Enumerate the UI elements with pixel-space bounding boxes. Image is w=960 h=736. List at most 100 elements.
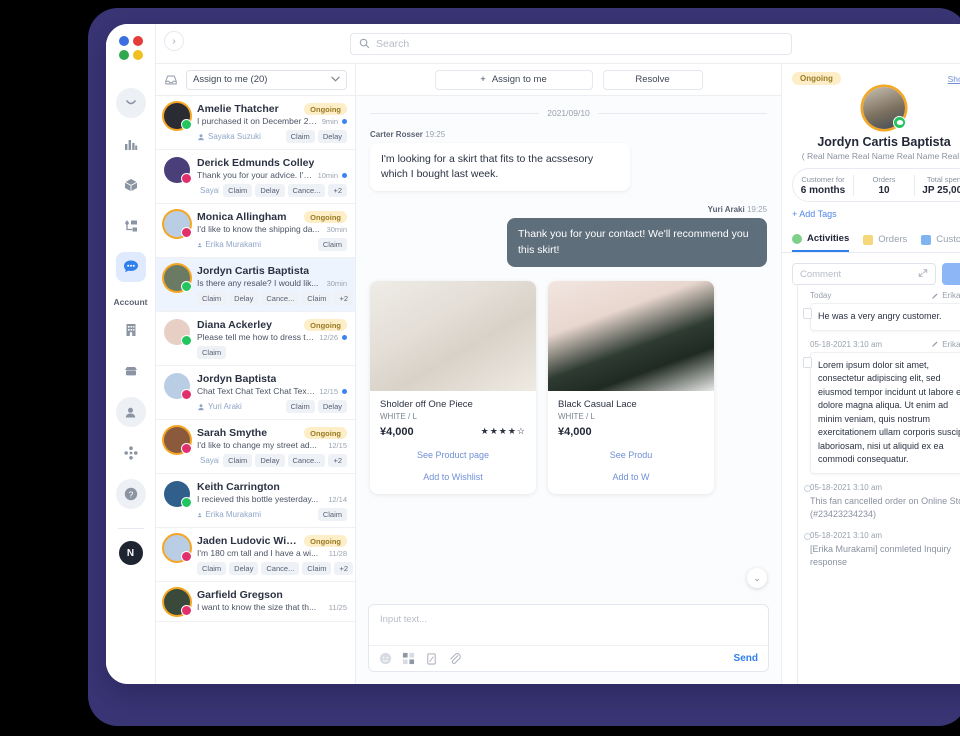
conversation-tag[interactable]: Claim (317, 508, 347, 521)
conversation-tag[interactable]: Claim (317, 238, 347, 251)
conversation-tag[interactable]: +2 (328, 454, 347, 467)
conversation-tag[interactable]: Delay (229, 292, 259, 305)
conversation-tag[interactable]: Claim (223, 454, 253, 467)
conversation-list[interactable]: Amelie Thatcher Ongoing I purchased it o… (156, 96, 355, 684)
see-product-page-link[interactable]: See Produ (558, 450, 704, 460)
instagram-channel-icon (181, 551, 192, 562)
tab-orders[interactable]: Orders (863, 227, 907, 252)
conversation-tag[interactable]: Claim (285, 130, 315, 143)
sidebar-item-integrations[interactable] (116, 438, 146, 468)
product-rating: ★★★★☆ (480, 426, 526, 437)
scroll-down-icon[interactable]: ⌄ (747, 568, 767, 588)
conversation-time: 12/26 (319, 333, 338, 342)
note-icon (803, 356, 812, 368)
send-button[interactable]: Send (734, 653, 758, 664)
conversation-list-item[interactable]: Jaden Ludovic Willis Ongoing I'm 180 cm … (156, 528, 355, 582)
conversation-avatar (164, 265, 192, 292)
conversation-avatar (164, 427, 192, 454)
apps-grid-icon[interactable] (402, 652, 415, 665)
inbox-icon[interactable] (164, 73, 178, 87)
product-card[interactable]: Black Casual Lace WHITE / L ¥4,000 See P… (548, 280, 714, 494)
message-input[interactable]: Input text... (369, 605, 768, 645)
clock-icon (792, 233, 802, 244)
conversation-tag[interactable]: +2 (328, 184, 347, 197)
conversation-list-item[interactable]: Jordyn Baptista Chat Text Chat Text Chat… (156, 366, 355, 420)
avatar[interactable]: N (118, 541, 143, 565)
conversation-tag[interactable]: Claim (197, 346, 227, 359)
conversation-tag[interactable]: +2 (334, 292, 354, 305)
conversation-time: 30min (326, 225, 347, 234)
svg-text:?: ? (128, 489, 133, 499)
app-logo-icon[interactable] (118, 36, 143, 60)
sidebar-item-person[interactable] (115, 397, 146, 427)
stat-orders: Orders 10 (854, 174, 915, 196)
conversation-tag[interactable]: Claim (302, 562, 332, 575)
conversation-tag[interactable]: Delay (255, 184, 285, 197)
chevron-right-icon[interactable]: › (164, 31, 184, 51)
assign-filter-select[interactable]: Assign to me (20) (186, 69, 347, 90)
conversation-tag[interactable]: Claim (302, 292, 332, 305)
sidebar-item-company[interactable] (116, 315, 146, 345)
conversation-list-item[interactable]: Sarah Smythe Ongoing I'd like to change … (156, 420, 355, 474)
conversation-tag[interactable]: +2 (334, 562, 354, 575)
conversation-tag[interactable]: Delay (317, 130, 347, 143)
conversation-tag[interactable]: Delay (229, 562, 259, 575)
stat-label: Customer for (801, 174, 845, 184)
instagram-channel-icon (181, 443, 192, 454)
emoji-icon[interactable] (379, 652, 392, 665)
conversation-list-item[interactable]: Derick Edmunds Colley Thank you for your… (156, 150, 355, 204)
activity-feed[interactable]: Today Erika M... He was a very angry cus… (782, 285, 960, 684)
activity-note: Today Erika M... He was a very angry cus… (792, 291, 960, 331)
add-to-wishlist-link[interactable]: Add to W (558, 472, 704, 482)
conversation-list-item[interactable]: Amelie Thatcher Ongoing I purchased it o… (156, 96, 355, 150)
add-to-wishlist-link[interactable]: Add to Wishlist (380, 472, 526, 482)
conversation-list-item[interactable]: Diana Ackerley Ongoing Please tell me ho… (156, 312, 355, 366)
comment-input[interactable]: Comment (792, 263, 936, 285)
conversation-tag[interactable]: Cance... (261, 292, 300, 305)
sidebar-item-analytics[interactable] (116, 129, 146, 159)
resolve-button[interactable]: Resolve (602, 69, 703, 90)
sidebar-item-flow[interactable] (116, 211, 146, 241)
line-channel-icon (181, 335, 192, 346)
attachment-icon[interactable] (448, 652, 461, 665)
chat-messages[interactable]: 2021/09/10 Carter Rosser 19:25 I'm looki… (356, 96, 781, 596)
conversation-tag[interactable]: Delay (255, 454, 285, 467)
tab-label: Customer (936, 234, 960, 245)
expand-icon[interactable] (918, 268, 928, 281)
conversation-tag[interactable]: Claim (285, 400, 315, 413)
conversation-tag[interactable]: Claim (223, 184, 253, 197)
add-tags-button[interactable]: + Add Tags (792, 209, 960, 219)
conversation-tag[interactable]: Cance... (287, 184, 326, 197)
conversation-list-item[interactable]: Keith Carrington I recieved this bottle … (156, 474, 355, 528)
product-card[interactable]: Sholder off One Piece WHITE / L ¥4,000 ★… (370, 280, 536, 494)
sidebar-item-help[interactable]: ? (115, 479, 146, 509)
conversation-tag[interactable]: Cance... (261, 562, 300, 575)
tab-activities[interactable]: Activities (792, 227, 850, 252)
sidebar-item-smile[interactable] (115, 88, 146, 118)
assign-to-me-button[interactable]: + Assign to me (434, 69, 593, 90)
chevron-down-icon (331, 74, 340, 85)
line-channel-icon (893, 116, 906, 129)
search-input[interactable]: Search (350, 32, 792, 55)
conversation-tag[interactable]: Delay (317, 400, 347, 413)
conversation-assignee: Erika Murakami (197, 240, 261, 249)
conversation-tag[interactable]: Cance... (287, 454, 326, 467)
instagram-channel-icon (181, 227, 192, 238)
tab-customer[interactable]: Customer (921, 227, 960, 252)
conversation-tag[interactable]: Claim (197, 292, 227, 305)
conversation-list-item[interactable]: Monica Allingham Ongoing I'd like to kno… (156, 204, 355, 258)
conversation-tag[interactable]: Claim (197, 562, 227, 575)
top-bar: › Search (156, 24, 960, 64)
shopify-link[interactable]: Shopify (948, 74, 960, 84)
conversation-list-item[interactable]: Garfield Gregson I want to know the size… (156, 582, 355, 622)
comment-send-button[interactable] (942, 263, 960, 285)
clipboard-icon[interactable] (425, 652, 438, 665)
app-layout: Account ? N › Search Assign to me (20) A… (106, 24, 960, 684)
conversation-snippet: Chat Text Chat Text Chat Text... (197, 386, 316, 396)
conversation-name: Sarah Smythe (197, 427, 268, 439)
sidebar-item-box[interactable] (116, 170, 146, 200)
see-product-page-link[interactable]: See Product page (380, 450, 526, 460)
sidebar-item-chat[interactable] (115, 252, 146, 282)
conversation-list-item[interactable]: Jordyn Cartis Baptista Is there any resa… (156, 258, 355, 312)
sidebar-item-store[interactable] (116, 356, 146, 386)
